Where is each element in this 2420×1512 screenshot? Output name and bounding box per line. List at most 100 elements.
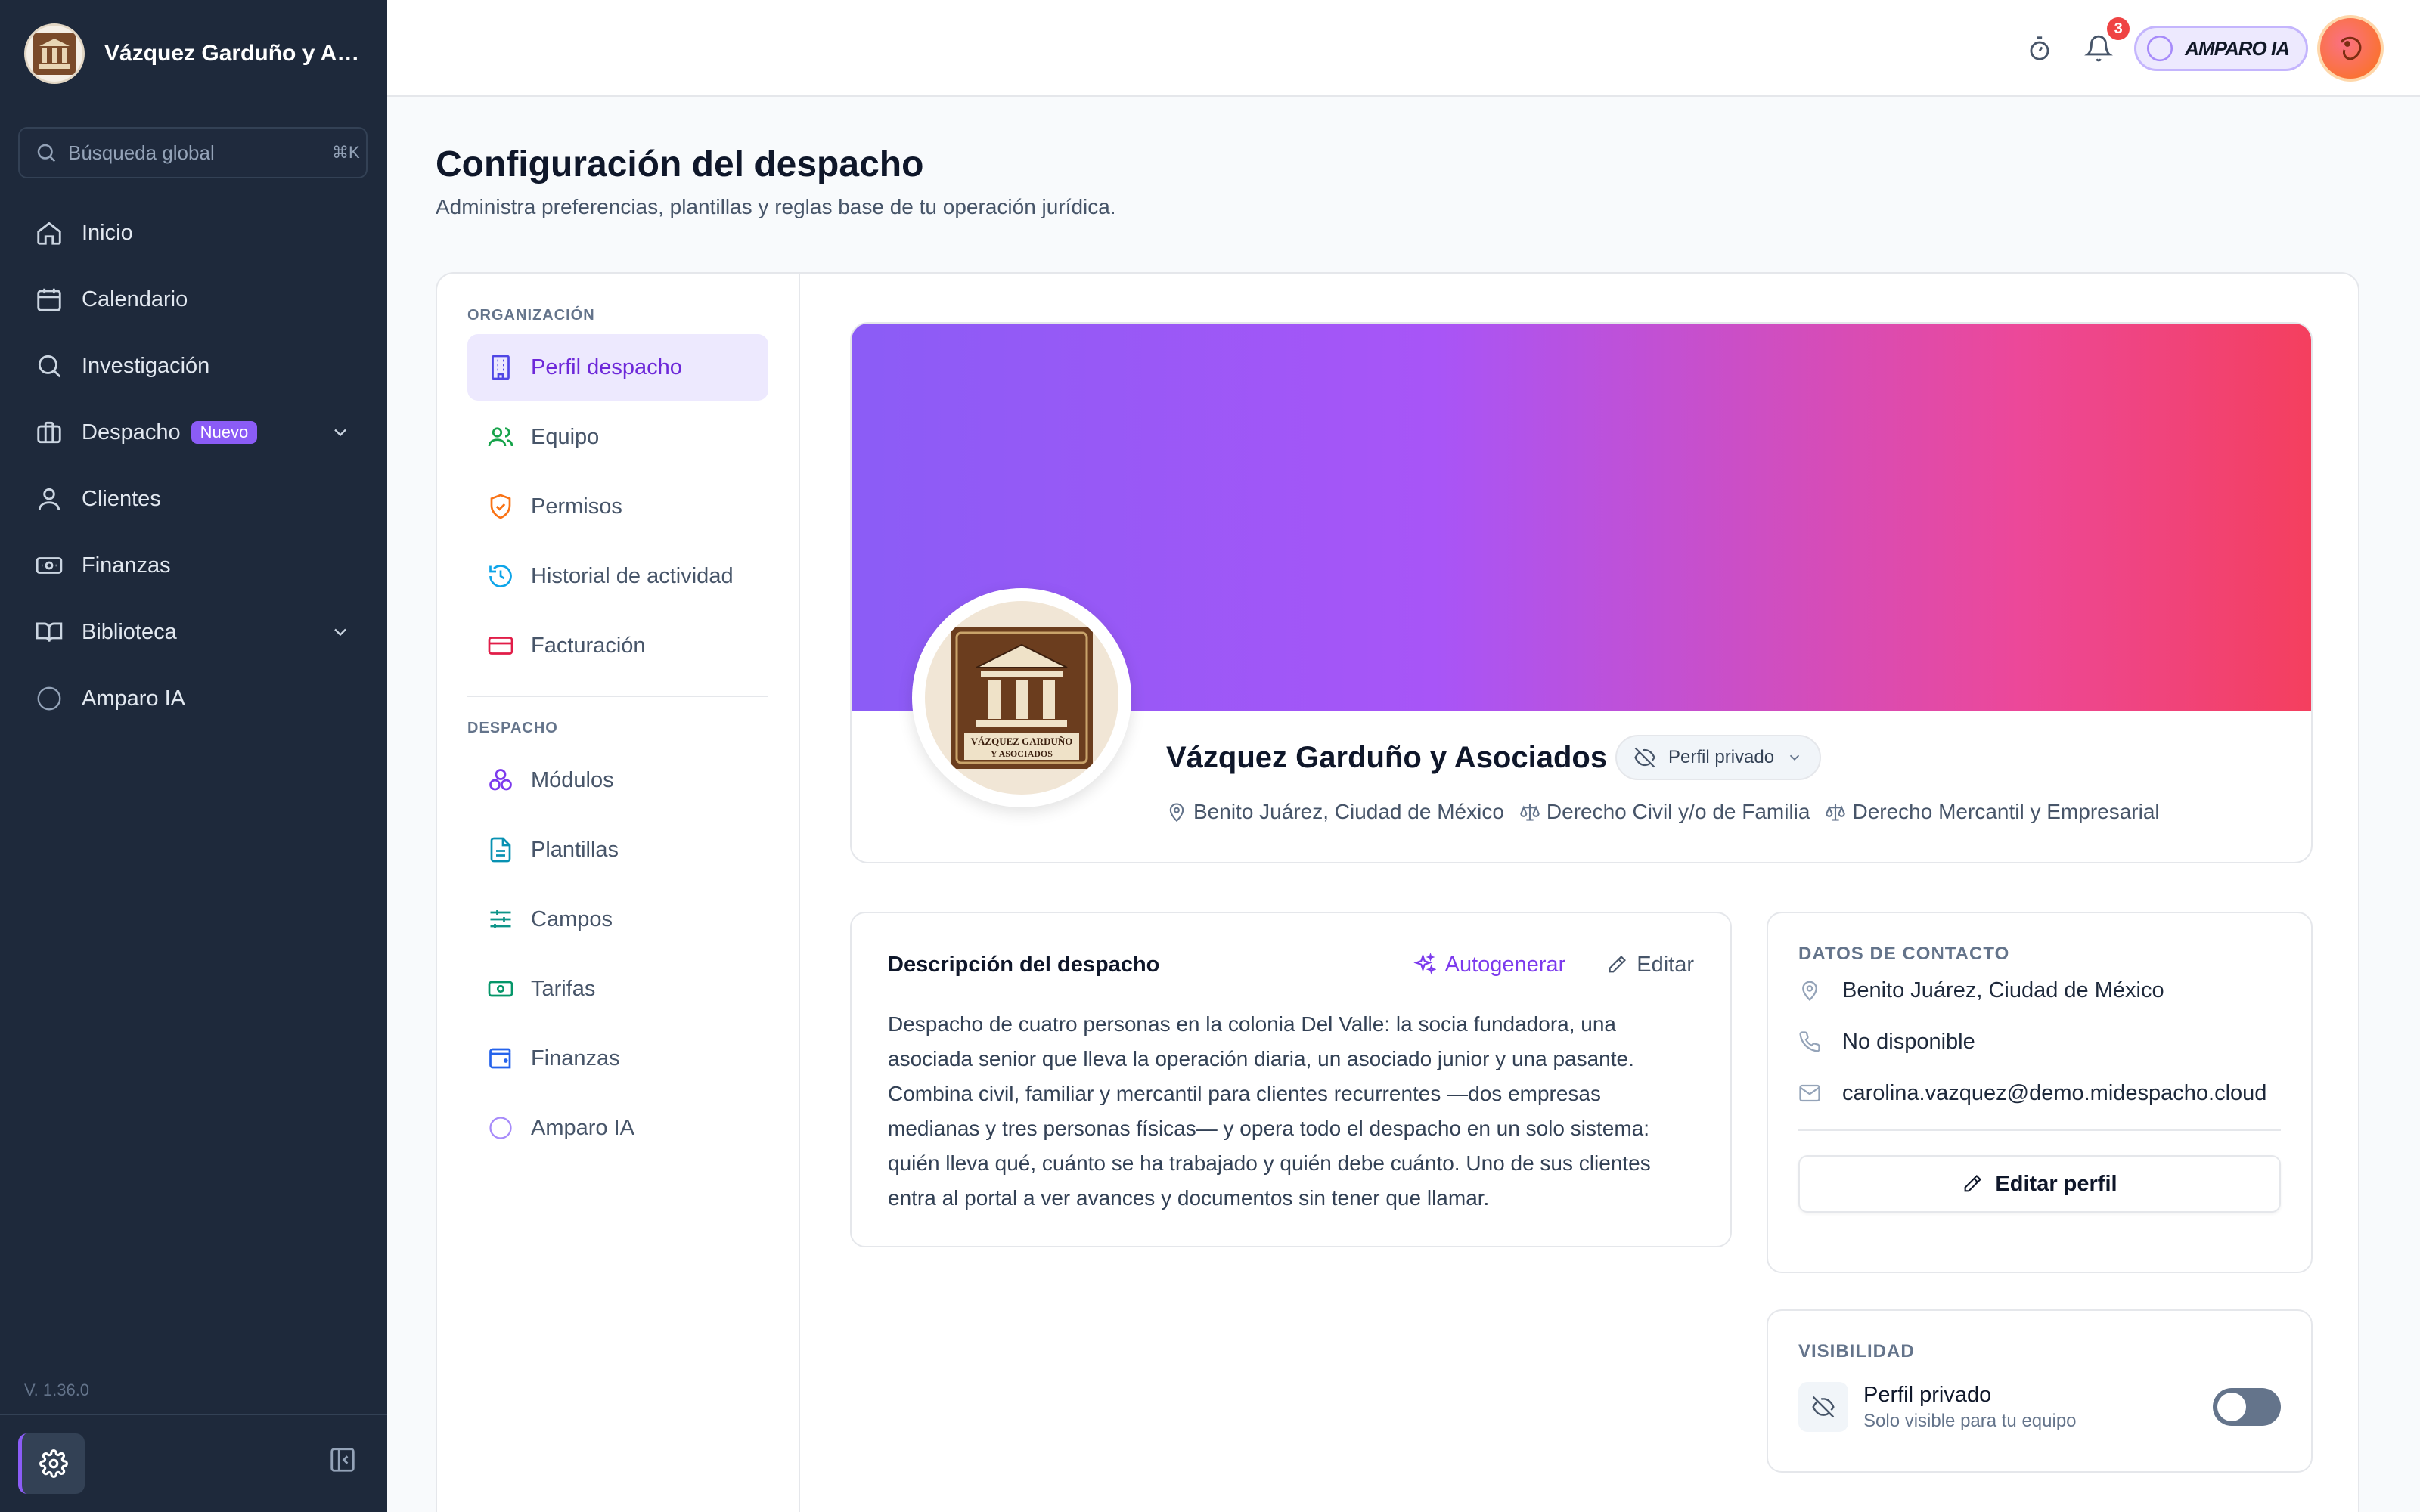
practice-area-2: Derecho Mercantil y Empresarial xyxy=(1825,800,2160,824)
notification-count-badge: 3 xyxy=(2107,17,2130,40)
search-shortcut: ⌘K xyxy=(332,143,360,162)
settings-item-historial[interactable]: Historial de actividad xyxy=(467,543,768,609)
nav-label: Calendario xyxy=(82,287,188,311)
profile-location: Benito Juárez, Ciudad de México xyxy=(1166,800,1504,824)
email-text[interactable]: carolina.vazquez@demo.midespacho.cloud xyxy=(1842,1081,2266,1106)
settings-item-finanzas[interactable]: Finanzas xyxy=(467,1025,768,1092)
shield-icon xyxy=(487,493,514,520)
sparkles-icon xyxy=(1413,953,1436,976)
edit-label: Editar xyxy=(1637,952,1694,977)
nav-label: Clientes xyxy=(82,486,161,511)
privacy-label: Perfil privado xyxy=(1668,747,1775,767)
home-icon xyxy=(35,218,64,247)
user-avatar[interactable] xyxy=(2317,15,2384,82)
visibility-row: Perfil privado Solo visible para tu equi… xyxy=(1798,1382,2281,1432)
settings-item-modulos[interactable]: Módulos xyxy=(467,747,768,813)
profile-firm-name: Vázquez Garduño y Asociados xyxy=(1166,741,1608,774)
description-text: Despacho de cuatro personas en la coloni… xyxy=(888,1012,1651,1210)
settings-item-label: Permisos xyxy=(531,494,622,519)
visibility-card: VISIBILIDAD Perfil privado Solo visible … xyxy=(1767,1309,2313,1473)
nav-item-calendario[interactable]: Calendario xyxy=(18,266,368,333)
settings-item-label: Amparo IA xyxy=(531,1115,634,1140)
nav-item-clientes[interactable]: Clientes xyxy=(18,466,368,532)
topbar-actions: 3 AMPARO IA xyxy=(2025,15,2384,82)
nav-label: Despacho xyxy=(82,420,181,445)
settings-item-label: Historial de actividad xyxy=(531,563,734,588)
practice-area-text: Derecho Civil y/o de Familia xyxy=(1546,800,1810,823)
modules-icon xyxy=(487,767,514,794)
page-subtitle: Administra preferencias, plantillas y re… xyxy=(436,195,1116,218)
firm-logo xyxy=(24,23,85,84)
visibility-toggle[interactable] xyxy=(2213,1388,2281,1426)
global-search[interactable]: ⌘K xyxy=(18,127,368,178)
settings-item-label: Finanzas xyxy=(531,1046,620,1070)
briefcase-icon xyxy=(35,418,64,447)
settings-nav: ORGANIZACIÓN Perfil despacho Equipo Perm… xyxy=(437,274,800,1512)
profile-logo[interactable]: VÁZQUEZ GARDUÑO Y ASOCIADOS xyxy=(912,588,1131,807)
settings-item-plantillas[interactable]: Plantillas xyxy=(467,816,768,883)
nav-item-amparo-ia[interactable]: Amparo IA xyxy=(18,665,368,732)
description-header: Descripción del despacho Autogenerar Edi… xyxy=(888,950,1694,980)
settings-item-label: Tarifas xyxy=(531,976,596,1001)
circle-icon xyxy=(35,684,64,713)
section-label-organization: ORGANIZACIÓN xyxy=(467,307,595,324)
app-version: V. 1.36.0 xyxy=(24,1380,90,1399)
visibility-text: Perfil privado Solo visible para tu equi… xyxy=(1863,1383,2077,1432)
nav-label: Biblioteca xyxy=(82,619,177,644)
amparo-ia-button[interactable]: AMPARO IA xyxy=(2134,26,2308,71)
address-text: Benito Juárez, Ciudad de México xyxy=(1842,978,2164,1002)
settings-item-label: Equipo xyxy=(531,424,600,449)
users-icon xyxy=(487,423,514,451)
collapse-sidebar-button[interactable] xyxy=(328,1445,357,1474)
settings-panel: ORGANIZACIÓN Perfil despacho Equipo Perm… xyxy=(436,272,2360,1512)
settings-item-label: Módulos xyxy=(531,767,614,792)
firm-brand[interactable]: Vázquez Garduño y Asociados xyxy=(24,23,365,85)
sidebar-footer xyxy=(0,1414,387,1512)
search-icon xyxy=(35,352,64,380)
nav-label: Finanzas xyxy=(82,553,171,578)
autogenerate-button[interactable]: Autogenerar xyxy=(1413,953,1565,978)
chevron-down-icon xyxy=(1786,749,1803,766)
chevron-down-icon[interactable] xyxy=(330,422,351,443)
nav-item-despacho[interactable]: Despacho Nuevo xyxy=(18,399,368,466)
settings-item-amparo-ia[interactable]: Amparo IA xyxy=(467,1095,768,1161)
amparo-ia-label: AMPARO IA xyxy=(2185,36,2290,60)
edit-profile-button[interactable]: Editar perfil xyxy=(1798,1155,2281,1213)
settings-item-label: Plantillas xyxy=(531,837,619,862)
settings-item-campos[interactable]: Campos xyxy=(467,886,768,953)
settings-button[interactable] xyxy=(18,1433,85,1494)
building-icon xyxy=(487,354,514,381)
mail-icon xyxy=(1798,1082,1821,1105)
pencil-icon xyxy=(1606,954,1627,975)
book-icon xyxy=(35,618,64,646)
settings-item-tarifas[interactable]: Tarifas xyxy=(467,956,768,1022)
nav-label: Inicio xyxy=(82,220,133,245)
ai-ring-icon xyxy=(2144,33,2176,64)
banknote-icon xyxy=(35,551,64,580)
description-title: Descripción del despacho xyxy=(888,952,1160,977)
search-input[interactable] xyxy=(68,141,321,165)
nav-item-biblioteca[interactable]: Biblioteca xyxy=(18,599,368,665)
page-title: Configuración del despacho xyxy=(436,144,924,184)
settings-item-facturacion[interactable]: Facturación xyxy=(467,612,768,679)
gear-icon xyxy=(39,1449,68,1478)
pencil-icon xyxy=(1962,1173,1983,1194)
banknote-icon xyxy=(487,975,514,1002)
nav-item-investigacion[interactable]: Investigación xyxy=(18,333,368,399)
eye-off-icon xyxy=(1798,1382,1848,1432)
timer-button[interactable] xyxy=(2025,34,2054,63)
logo-text-line2: Y ASOCIADOS xyxy=(991,748,1053,759)
sidebar-collapse-icon xyxy=(328,1445,357,1474)
chevron-down-icon[interactable] xyxy=(330,621,351,643)
settings-item-permisos[interactable]: Permisos xyxy=(467,473,768,540)
avatar-illustration-icon xyxy=(2332,30,2369,67)
nav-item-finanzas[interactable]: Finanzas xyxy=(18,532,368,599)
notifications-button[interactable]: 3 xyxy=(2084,17,2130,63)
settings-item-perfil-despacho[interactable]: Perfil despacho xyxy=(467,334,768,401)
description-card: Descripción del despacho Autogenerar Edi… xyxy=(850,912,1732,1247)
privacy-dropdown[interactable]: Perfil privado xyxy=(1615,735,1822,780)
edit-description-button[interactable]: Editar xyxy=(1606,953,1694,978)
nav-item-inicio[interactable]: Inicio xyxy=(18,200,368,266)
visibility-title: Perfil privado xyxy=(1863,1382,1992,1407)
settings-item-equipo[interactable]: Equipo xyxy=(467,404,768,470)
